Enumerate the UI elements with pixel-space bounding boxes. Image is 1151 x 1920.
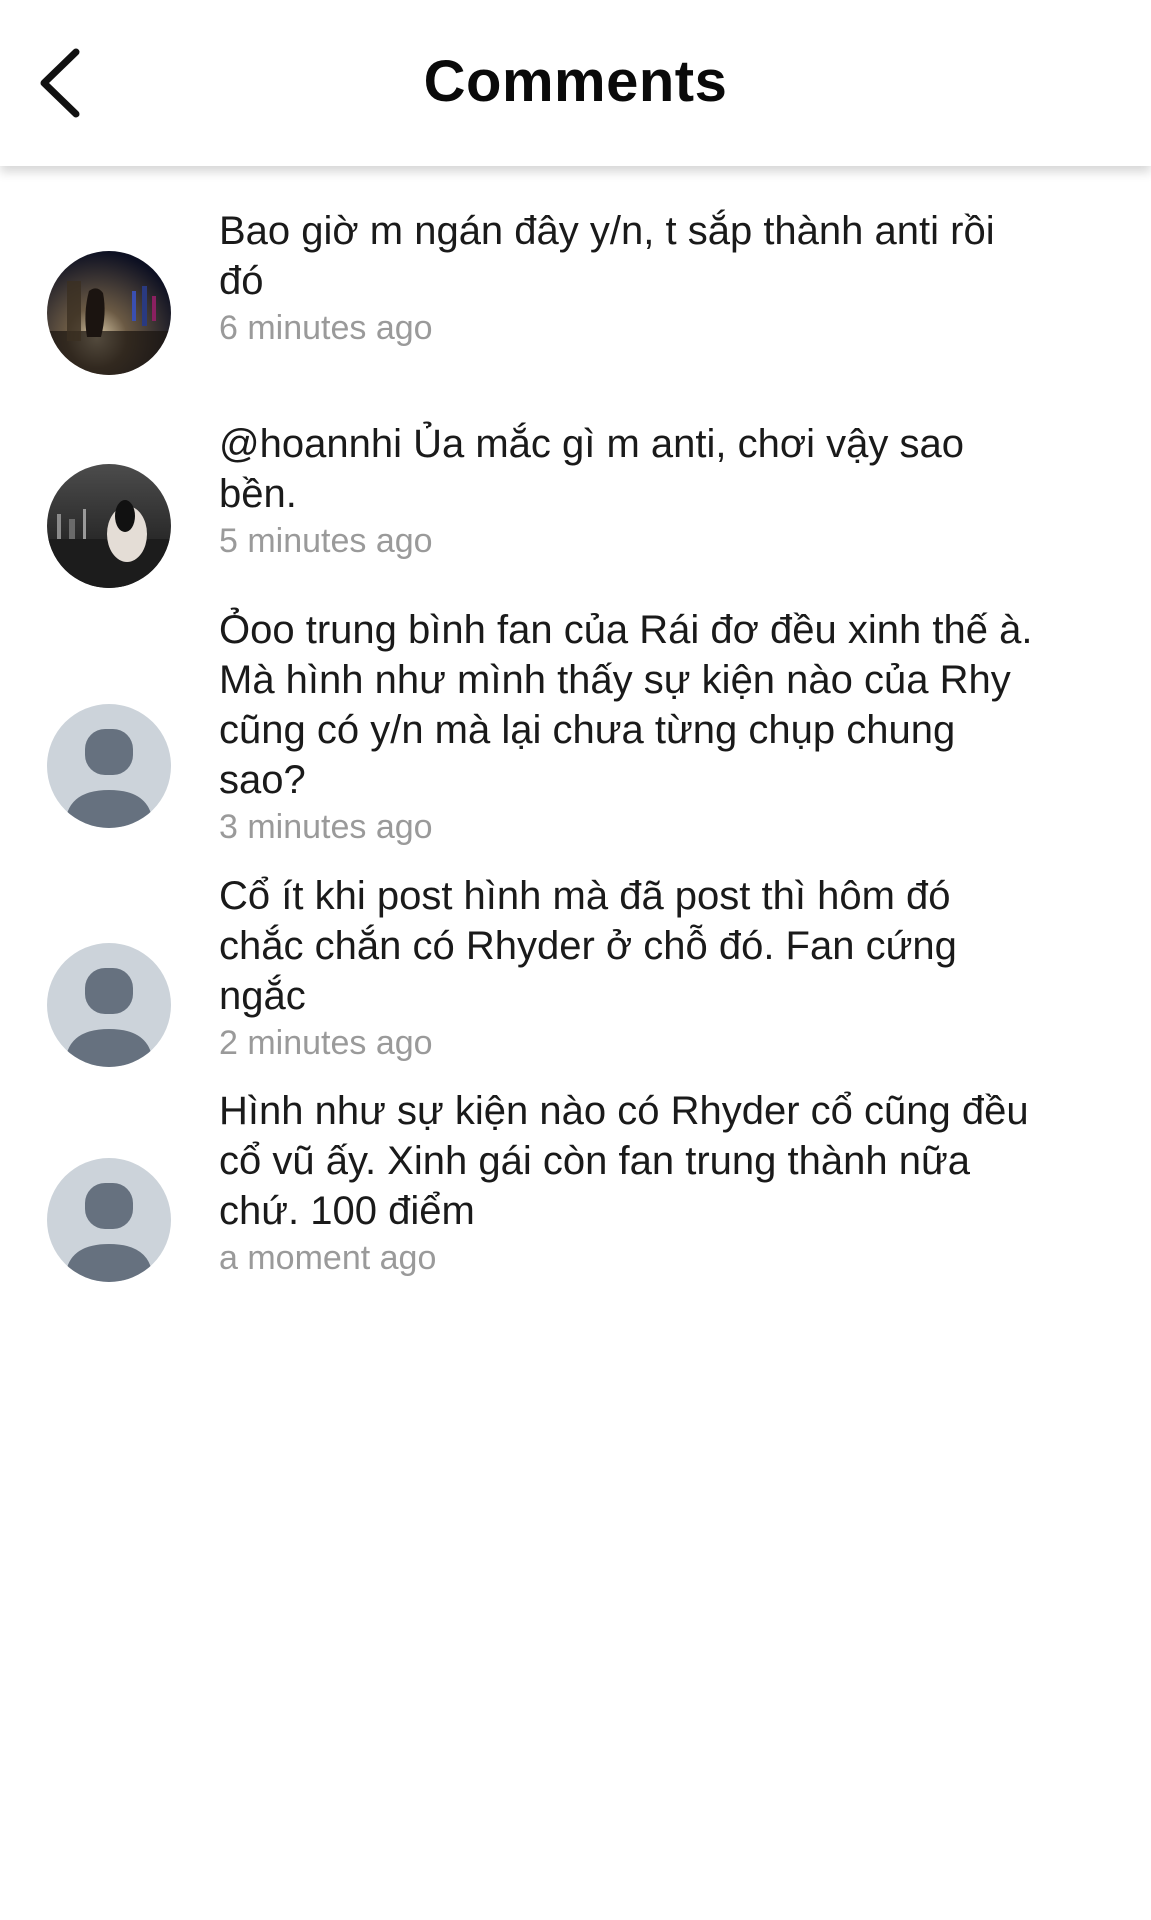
default-user-icon (47, 1158, 171, 1282)
comment-text: @hoannhi Ủa mắc gì m anti, chơi vậy sao … (219, 422, 964, 516)
comment-timestamp: a moment ago (219, 1239, 437, 1277)
comment-body: @hoannhi Ủa mắc gì m anti, chơi vậy sao … (219, 419, 1119, 563)
header-bar: Comments (0, 0, 1151, 166)
comment-text: Hình như sự kiện nào có Rhyder cổ cũng đ… (219, 1089, 1029, 1233)
comment-body: Cổ ít khi post hình mà đã post thì hôm đ… (219, 871, 1119, 1065)
comment-body: Ỏoo trung bình fan của Rái đơ đều xinh t… (219, 605, 1119, 849)
comment-timestamp: 5 minutes ago (219, 522, 433, 560)
comment-timestamp: 6 minutes ago (219, 309, 433, 347)
default-user-icon (47, 943, 171, 1067)
comment-text: Bao giờ m ngán đây y/n, t sắp thành anti… (219, 209, 995, 303)
avatar[interactable] (47, 704, 171, 828)
default-user-icon (47, 704, 171, 828)
comment-timestamp: 2 minutes ago (219, 1024, 433, 1062)
comment-text: Cổ ít khi post hình mà đã post thì hôm đ… (219, 874, 957, 1018)
comment-body: Hình như sự kiện nào có Rhyder cổ cũng đ… (219, 1086, 1119, 1280)
comment-timestamp: 3 minutes ago (219, 808, 433, 846)
page-title: Comments (423, 49, 728, 114)
avatar[interactable] (47, 251, 171, 375)
comment-body: Bao giờ m ngán đây y/n, t sắp thành anti… (219, 206, 1119, 350)
avatar[interactable] (47, 1158, 171, 1282)
comment-text: Ỏoo trung bình fan của Rái đơ đều xinh t… (219, 608, 1033, 802)
avatar[interactable] (47, 464, 171, 588)
avatar[interactable] (47, 943, 171, 1067)
